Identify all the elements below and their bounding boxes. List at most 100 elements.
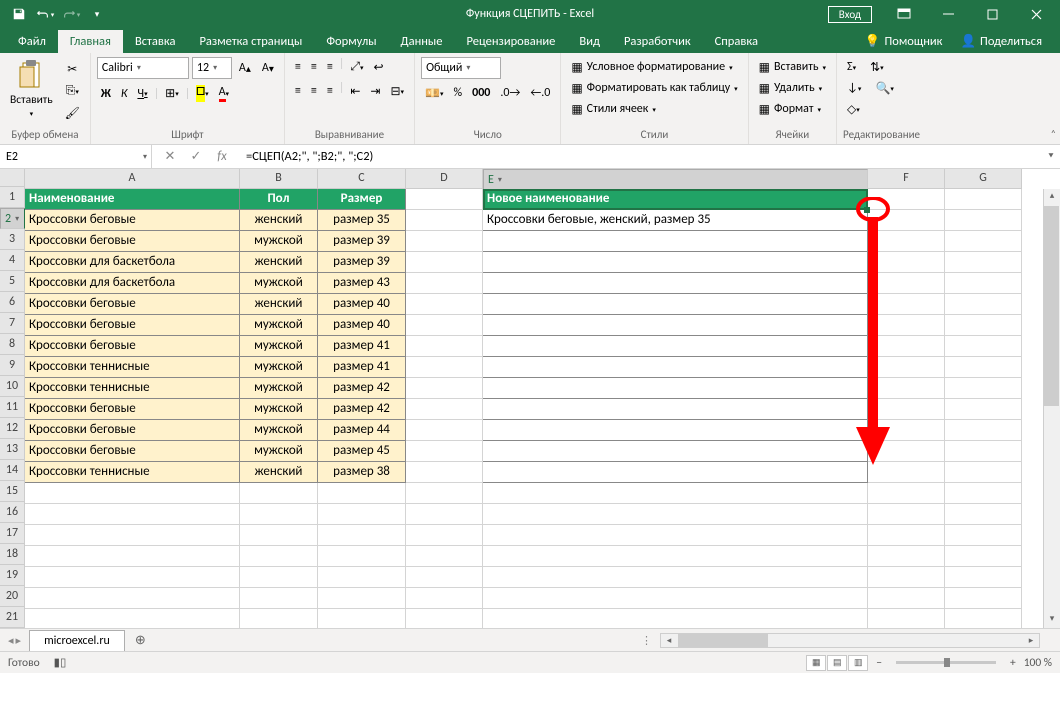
cell[interactable]: Кроссовки беговые — [25, 441, 240, 462]
increase-decimal-icon[interactable]: .0→ — [496, 83, 524, 103]
row-header[interactable]: 6 — [0, 292, 25, 313]
cell[interactable]: женский — [240, 210, 318, 231]
cell[interactable] — [240, 546, 318, 567]
row-header[interactable]: 9 — [0, 355, 25, 376]
redo-icon[interactable]: ▾ — [60, 3, 82, 25]
normal-view-icon[interactable]: ▦ — [806, 655, 826, 671]
login-button[interactable]: Вход — [828, 6, 872, 23]
cell[interactable] — [483, 525, 868, 546]
row-header[interactable]: 3 — [0, 229, 25, 250]
cell[interactable] — [406, 336, 483, 357]
cell[interactable] — [945, 315, 1022, 336]
accounting-icon[interactable]: 💴▾ — [421, 83, 447, 103]
cell[interactable] — [483, 441, 868, 462]
cell[interactable] — [25, 588, 240, 609]
undo-icon[interactable]: ▾ — [34, 3, 56, 25]
cell-header[interactable]: Новое наименование — [483, 189, 868, 210]
cell[interactable] — [945, 357, 1022, 378]
cell[interactable]: мужской — [240, 273, 318, 294]
col-header-F[interactable]: F — [868, 169, 945, 189]
row-header[interactable]: 21 — [0, 607, 25, 628]
sheet-nav-next-icon[interactable]: ▸ — [16, 634, 22, 647]
number-format-select[interactable]: Общий — [421, 57, 501, 79]
cell[interactable] — [483, 588, 868, 609]
row-header[interactable]: 5 — [0, 271, 25, 292]
sort-filter-icon[interactable]: ⇅▾ — [866, 57, 888, 77]
cell[interactable] — [945, 273, 1022, 294]
cell[interactable] — [945, 546, 1022, 567]
cell-styles-button[interactable]: ▦Стили ячеек▾ — [567, 99, 660, 119]
horizontal-scrollbar[interactable]: ◂ ▸ — [660, 633, 1040, 648]
row-header[interactable]: 8 — [0, 334, 25, 355]
cell[interactable] — [945, 189, 1022, 210]
cell[interactable] — [318, 504, 406, 525]
cell[interactable] — [406, 588, 483, 609]
cell[interactable] — [945, 336, 1022, 357]
cell[interactable]: Кроссовки для баскетбола — [25, 273, 240, 294]
cell[interactable] — [868, 462, 945, 483]
col-header-A[interactable]: A — [25, 169, 240, 189]
col-header-C[interactable]: C — [318, 169, 406, 189]
cell[interactable] — [318, 546, 406, 567]
expand-formula-bar-icon[interactable]: ⯆ — [1042, 145, 1060, 168]
cell[interactable]: Кроссовки теннисные — [25, 357, 240, 378]
tell-me[interactable]: 💡Помощник — [857, 30, 951, 53]
cell[interactable] — [868, 210, 945, 231]
zoom-slider[interactable] — [896, 661, 996, 664]
tab-formulas[interactable]: Формулы — [314, 30, 388, 53]
cell[interactable] — [945, 483, 1022, 504]
row-header[interactable]: 16 — [0, 502, 25, 523]
cell[interactable]: мужской — [240, 399, 318, 420]
cell[interactable]: размер 40 — [318, 315, 406, 336]
cell[interactable] — [406, 357, 483, 378]
cell[interactable] — [240, 588, 318, 609]
cell[interactable] — [868, 609, 945, 628]
col-header-D[interactable]: D — [406, 169, 483, 189]
autosum-icon[interactable]: Σ▾ — [843, 57, 860, 77]
cell[interactable] — [868, 483, 945, 504]
tab-page-layout[interactable]: Разметка страницы — [187, 30, 314, 53]
cell[interactable] — [868, 378, 945, 399]
cell[interactable] — [868, 189, 945, 210]
cell[interactable] — [406, 399, 483, 420]
fill-color-icon[interactable]: 🞑▾ — [192, 83, 212, 104]
cell[interactable]: размер 35 — [318, 210, 406, 231]
row-header[interactable]: 14 — [0, 460, 25, 481]
row-header[interactable]: 12 — [0, 418, 25, 439]
cell-header[interactable]: Пол — [240, 189, 318, 210]
cell[interactable]: Кроссовки беговые — [25, 336, 240, 357]
cell[interactable] — [868, 420, 945, 441]
wrap-text-icon[interactable]: ↩ — [369, 57, 387, 77]
cell[interactable] — [483, 357, 868, 378]
cell[interactable]: мужской — [240, 315, 318, 336]
cell[interactable] — [240, 567, 318, 588]
tab-review[interactable]: Рецензирование — [454, 30, 567, 53]
cell[interactable] — [406, 462, 483, 483]
copy-icon[interactable]: ⎘▾ — [61, 81, 84, 101]
cell[interactable]: мужской — [240, 336, 318, 357]
cell[interactable] — [406, 441, 483, 462]
increase-indent-icon[interactable]: ⇥ — [366, 81, 384, 101]
cell[interactable] — [945, 441, 1022, 462]
qat-customize-icon[interactable]: ▾ — [86, 3, 108, 25]
paste-button[interactable]: Вставить▾ — [6, 57, 57, 120]
conditional-formatting-button[interactable]: ▦Условное форматирование▾ — [567, 57, 736, 77]
tab-file[interactable]: Файл — [6, 30, 58, 53]
cell[interactable]: Кроссовки теннисные — [25, 462, 240, 483]
align-middle-icon[interactable]: ≡ — [307, 57, 321, 77]
cell[interactable] — [25, 546, 240, 567]
cell[interactable]: мужской — [240, 357, 318, 378]
cell[interactable]: размер 45 — [318, 441, 406, 462]
cell[interactable]: Кроссовки беговые — [25, 420, 240, 441]
cell[interactable] — [868, 294, 945, 315]
zoom-out-icon[interactable]: − — [876, 656, 882, 670]
percent-icon[interactable]: % — [450, 83, 467, 103]
cell[interactable] — [868, 525, 945, 546]
align-center-icon[interactable]: ≡ — [307, 81, 321, 101]
cell[interactable] — [25, 483, 240, 504]
underline-button[interactable]: Ч▾ — [133, 84, 151, 104]
zoom-in-icon[interactable]: + — [1010, 656, 1016, 670]
cell[interactable]: мужской — [240, 420, 318, 441]
cell[interactable]: мужской — [240, 441, 318, 462]
decrease-indent-icon[interactable]: ⇤ — [346, 81, 364, 101]
